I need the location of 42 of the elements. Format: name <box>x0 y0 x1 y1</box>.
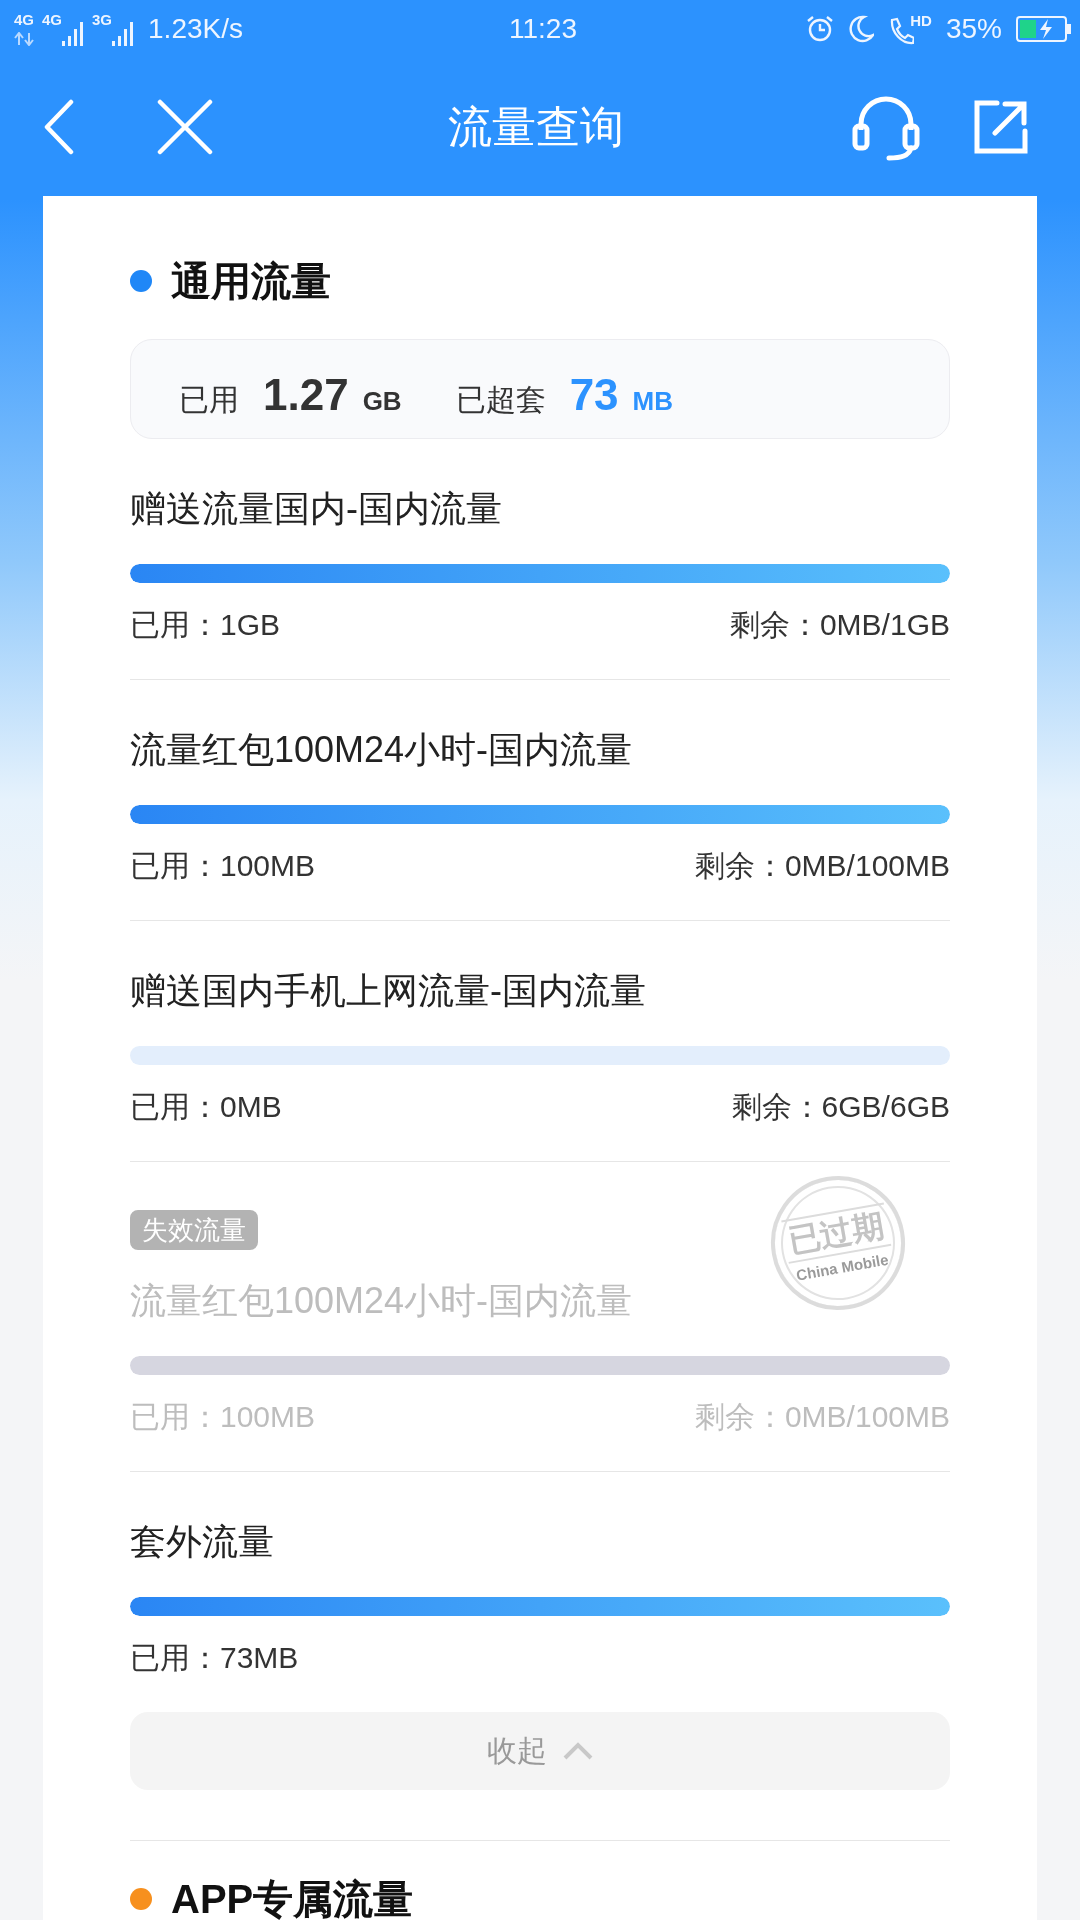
collapse-button[interactable]: 收起 <box>130 1712 950 1790</box>
used-label: 已用 <box>179 382 239 418</box>
moon-icon <box>848 15 875 44</box>
used-amount: 已用：100MB <box>130 848 316 884</box>
alarm-clock-icon <box>806 15 835 44</box>
section-title: APP专属流量 <box>171 1878 414 1920</box>
used-unit: GB <box>362 386 402 417</box>
expired-badge: 失效流量 <box>130 1210 258 1250</box>
overage-unit: MB <box>632 386 674 417</box>
back-icon[interactable] <box>43 99 74 156</box>
battery-icon <box>1016 16 1072 43</box>
network-type-label: 4G <box>42 12 63 29</box>
data-arrows-icon <box>14 32 34 47</box>
page-title: 流量查询 <box>448 100 624 153</box>
signal-bars-icon <box>112 22 135 47</box>
package-title: 流量红包100M24小时-国内流量 <box>130 1279 633 1323</box>
remaining-amount: 剩余：0MB/100MB <box>694 1399 950 1435</box>
package-title: 赠送国内手机上网流量-国内流量 <box>130 969 646 1013</box>
remaining-amount: 剩余：0MB/1GB <box>729 607 950 643</box>
used-amount: 已用：0MB <box>130 1089 282 1125</box>
section-title: 通用流量 <box>171 260 331 302</box>
signal-bars-icon <box>62 22 85 47</box>
package-title: 赠送流量国内-国内流量 <box>130 487 502 531</box>
call-quality-label: HD <box>910 13 932 30</box>
used-amount: 已用：100MB <box>130 1399 316 1435</box>
used-amount: 已用：73MB <box>130 1640 299 1676</box>
package-title: 套外流量 <box>130 1520 274 1564</box>
close-icon[interactable] <box>157 99 213 156</box>
network-type-label: 4G <box>14 12 34 29</box>
used-amount: 已用：1GB <box>130 607 281 643</box>
chevron-up-icon <box>563 1742 593 1760</box>
battery-percent: 35% <box>945 13 1002 46</box>
share-icon[interactable] <box>973 99 1029 156</box>
overage-label: 已超套 <box>455 382 546 418</box>
remaining-amount: 剩余：0MB/100MB <box>694 848 950 884</box>
clock-time: 11:23 <box>509 13 577 46</box>
network-type-label: 3G <box>92 12 113 29</box>
used-value: 1.27 <box>263 370 349 420</box>
network-speed: 1.23K/s <box>148 13 243 46</box>
overage-value: 73 <box>569 370 619 420</box>
package-title: 流量红包100M24小时-国内流量 <box>130 728 633 772</box>
remaining-amount: 剩余：6GB/6GB <box>731 1089 950 1125</box>
